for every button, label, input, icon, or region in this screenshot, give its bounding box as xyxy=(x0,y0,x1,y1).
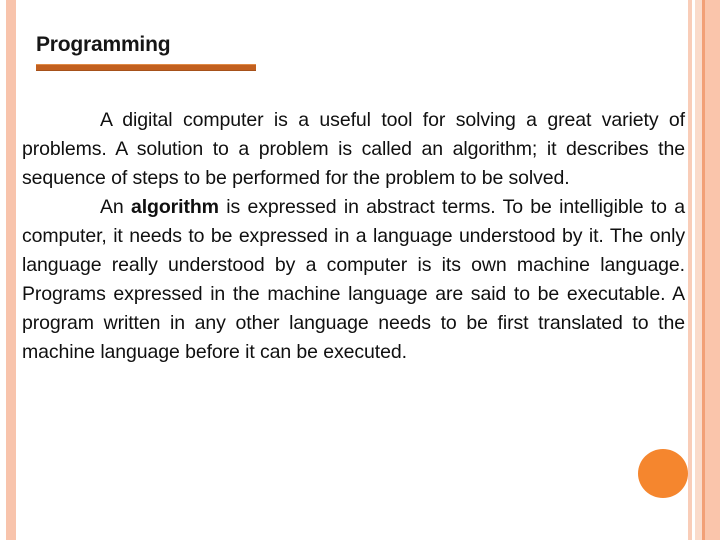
paragraph-2-text-after: is expressed in abstract terms. To be in… xyxy=(22,196,685,363)
paragraph-1-text: A digital computer is a useful tool for … xyxy=(22,109,685,189)
decorative-stripe-left xyxy=(6,0,16,540)
title-underline-rule xyxy=(36,64,256,71)
paragraph-1: A digital computer is a useful tool for … xyxy=(22,106,685,193)
decorative-stripe-right-5 xyxy=(705,0,720,540)
slide-canvas: Programming A digital computer is a usef… xyxy=(0,0,720,540)
paragraph-2-keyword: algorithm xyxy=(130,196,219,218)
paragraph-2: An algorithm is expressed in abstract te… xyxy=(22,193,685,367)
paragraph-2-text-before: An xyxy=(100,196,131,218)
decorative-orange-circle xyxy=(638,449,688,498)
slide-body: A digital computer is a useful tool for … xyxy=(22,106,685,367)
decorative-stripe-right-3 xyxy=(695,0,702,540)
slide-title: Programming xyxy=(36,33,171,56)
